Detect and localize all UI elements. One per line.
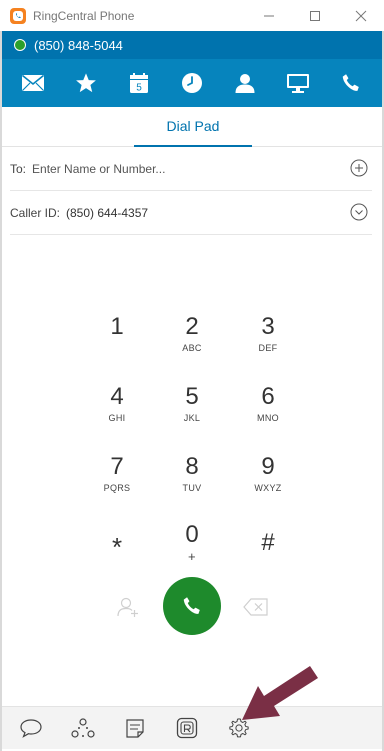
nav-recents[interactable] [174, 65, 210, 101]
maximize-button[interactable] [292, 0, 338, 31]
call-button[interactable] [163, 577, 221, 635]
key-digit: 8 [185, 453, 199, 480]
key-8[interactable]: 8 TUV [157, 453, 227, 513]
key-digit: 1 [110, 313, 124, 340]
key-letters: PQRS [103, 483, 131, 493]
key-0[interactable]: 0 + [157, 521, 227, 581]
ringcentral-logo-icon [10, 7, 26, 24]
close-icon [355, 10, 367, 21]
key-digit: 7 [110, 453, 124, 480]
my-phone-number: (850) 848-5044 [34, 37, 123, 53]
minimize-button[interactable] [246, 0, 292, 31]
nav-phone[interactable] [333, 65, 369, 101]
to-label: To: [10, 161, 27, 176]
ringcentral-app-icon [176, 717, 198, 739]
notepad-icon [126, 719, 144, 738]
status-bar: (850) 848-5044 [2, 31, 382, 59]
key-letters: TUV [182, 483, 202, 493]
caller-id-label: Caller ID: [10, 205, 61, 220]
key-digit: 3 [261, 313, 275, 340]
minimize-icon [264, 15, 274, 16]
title-bar: RingCentral Phone [0, 0, 384, 31]
key-hash[interactable]: # [233, 529, 303, 589]
annotation-arrow-icon [242, 666, 318, 720]
window-title: RingCentral Phone [33, 8, 135, 23]
star-icon [75, 73, 96, 93]
caller-id-row[interactable]: Caller ID: (850) 644-4357 [10, 191, 372, 235]
main-nav: 5 [2, 59, 382, 107]
backspace-icon [243, 598, 268, 616]
bottom-notes-button[interactable] [112, 708, 158, 748]
key-letters: + [188, 549, 196, 564]
key-star[interactable]: * [82, 533, 152, 593]
nav-meetings[interactable] [280, 65, 316, 101]
maximize-icon [310, 10, 320, 21]
contact-icon [235, 74, 255, 93]
to-input[interactable] [32, 161, 333, 176]
key-7[interactable]: 7 PQRS [82, 453, 152, 513]
key-letters: ABC [182, 343, 202, 353]
close-button[interactable] [338, 0, 384, 31]
add-circle-icon[interactable] [350, 159, 368, 177]
envelope-icon [21, 74, 44, 91]
key-digit: 6 [261, 383, 275, 410]
key-4[interactable]: 4 GHI [82, 383, 152, 443]
nav-contacts[interactable] [227, 65, 263, 101]
key-letters: DEF [258, 343, 278, 353]
key-digit: 9 [261, 453, 275, 480]
bottom-ringcentral-app-button[interactable] [164, 708, 210, 748]
key-digit: 4 [110, 383, 124, 410]
tab-bar: Dial Pad [2, 107, 382, 147]
key-2[interactable]: 2 ABC [157, 313, 227, 373]
to-field-row: To: [10, 147, 372, 191]
phone-icon [343, 74, 360, 91]
calendar-icon: 5 [129, 73, 148, 94]
chevron-down-circle-icon[interactable] [350, 203, 368, 221]
chat-bubble-icon [20, 719, 42, 738]
key-digit: 5 [185, 383, 199, 410]
calendar-day-label: 5 [136, 83, 142, 94]
phone-handset-icon [183, 597, 200, 614]
bottom-chat-button[interactable] [8, 708, 54, 748]
key-digit: 2 [185, 313, 199, 340]
tab-dial-pad[interactable]: Dial Pad [134, 107, 252, 147]
key-letters: JKL [183, 413, 201, 423]
clock-icon [181, 73, 202, 93]
backspace-button[interactable] [243, 594, 269, 620]
key-6[interactable]: 6 MNO [233, 383, 303, 443]
add-person-icon [117, 597, 138, 617]
key-3[interactable]: 3 DEF [233, 313, 303, 373]
key-letters: WXYZ [254, 483, 282, 493]
monitor-icon [287, 74, 310, 93]
bottom-bar [2, 706, 382, 749]
key-1[interactable]: 1 [82, 313, 152, 373]
key-5[interactable]: 5 JKL [157, 383, 227, 443]
key-letters: MNO [257, 413, 279, 423]
bottom-glip-button[interactable] [60, 708, 106, 748]
add-contact-button[interactable] [115, 594, 141, 620]
key-digit: * [111, 532, 123, 562]
presence-indicator[interactable] [14, 39, 26, 51]
key-digit: # [261, 529, 275, 556]
nav-favorites[interactable] [68, 65, 104, 101]
key-letters: GHI [108, 413, 126, 423]
key-9[interactable]: 9 WXYZ [233, 453, 303, 513]
caller-id-value: (850) 644-4357 [66, 205, 149, 220]
key-digit: 0 [185, 521, 199, 548]
nav-messages[interactable] [15, 65, 51, 101]
nav-calendar[interactable]: 5 [121, 65, 157, 101]
glip-dots-icon [71, 718, 95, 738]
